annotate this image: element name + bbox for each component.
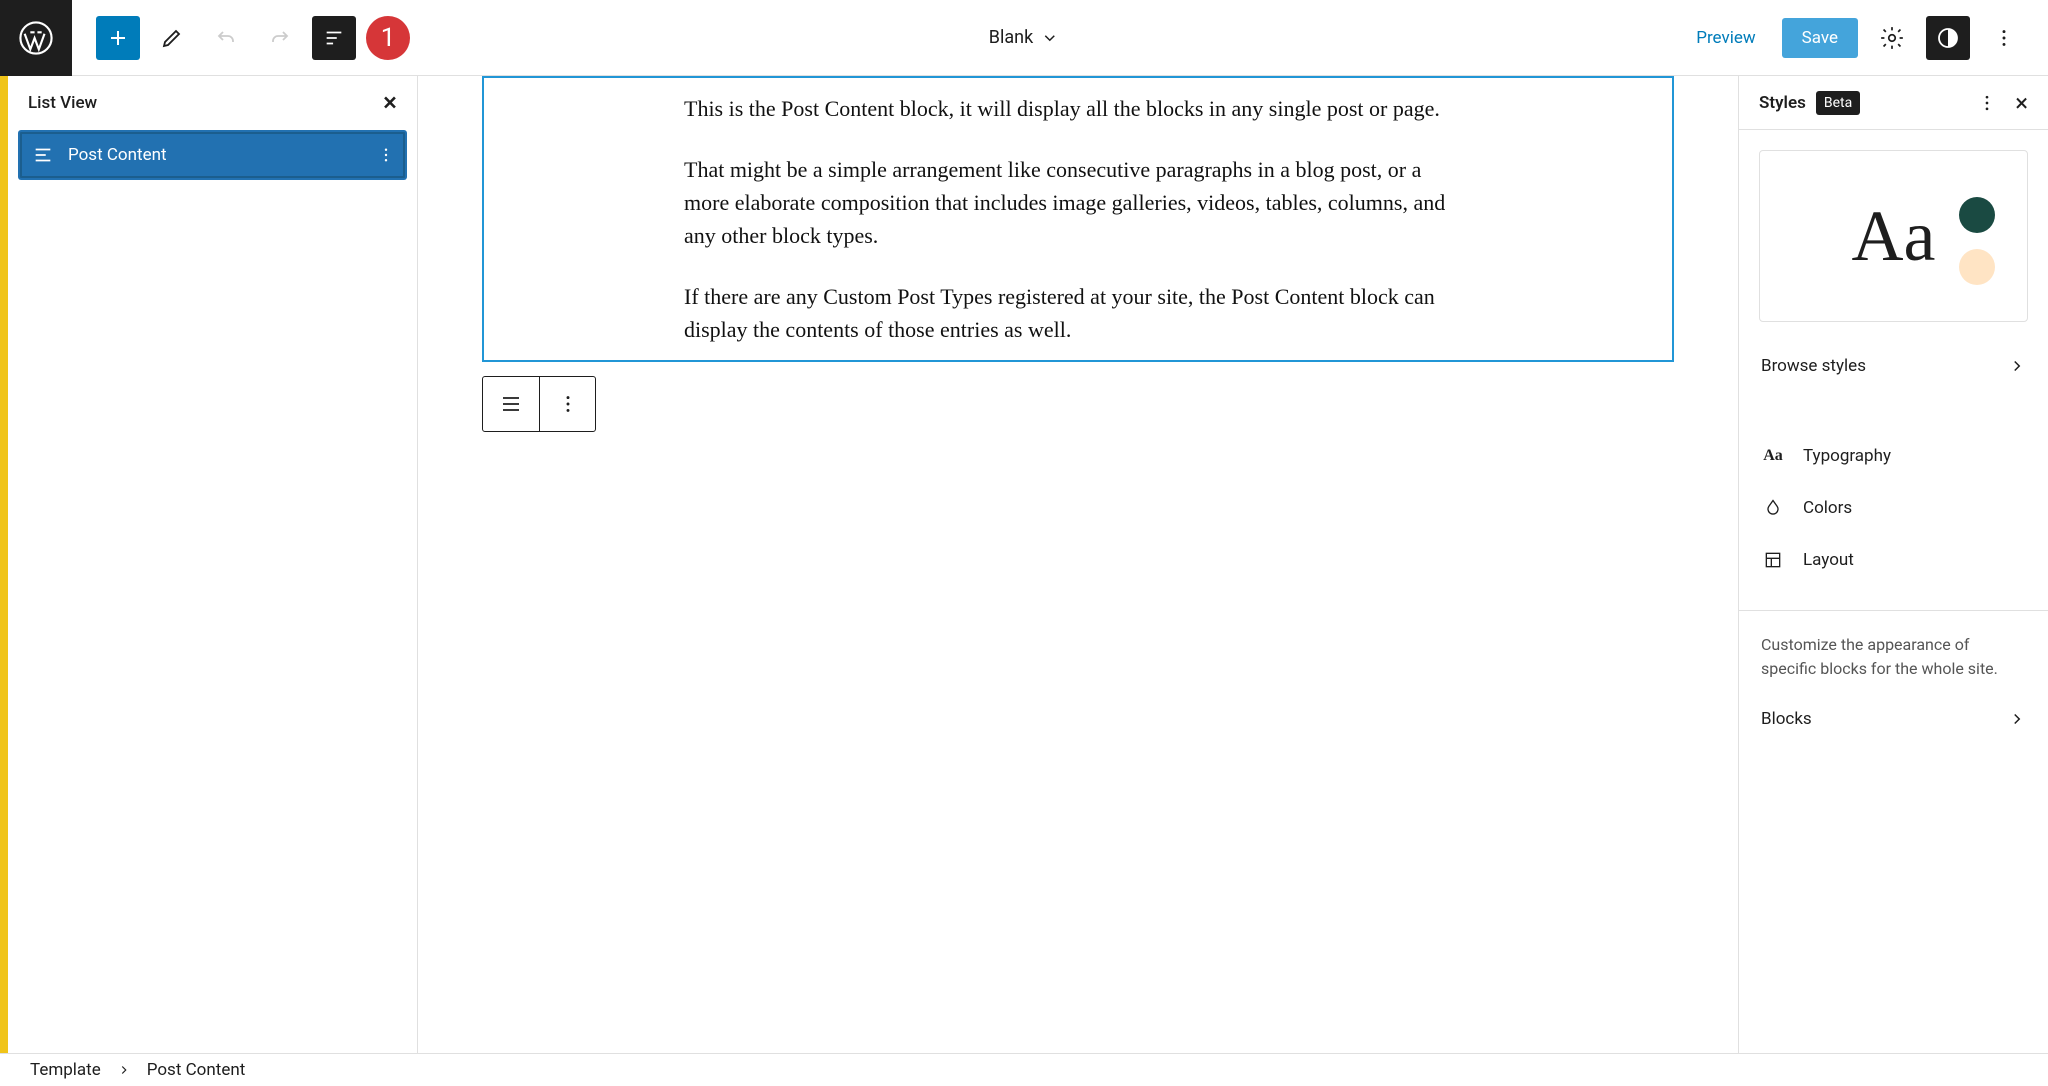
chevron-right-icon (2008, 710, 2026, 728)
undo-button[interactable] (204, 16, 248, 60)
tree-item-label: Post Content (68, 145, 167, 165)
more-vertical-icon (1993, 27, 2015, 49)
more-vertical-icon (1977, 93, 1997, 113)
more-options-button[interactable] (1982, 16, 2026, 60)
breadcrumb-root[interactable]: Template (30, 1060, 101, 1080)
wordpress-logo[interactable] (0, 0, 72, 76)
chevron-right-icon (117, 1063, 131, 1077)
gear-icon (1879, 25, 1905, 51)
divider (1739, 610, 2048, 611)
typography-icon: Aa (1761, 447, 1785, 465)
blocks-description: Customize the appearance of specific blo… (1739, 633, 2048, 681)
annotation-marker-1: 1 (366, 16, 410, 60)
colors-link[interactable]: Colors (1739, 482, 2048, 534)
template-name-label: Blank (989, 27, 1033, 48)
save-button[interactable]: Save (1782, 18, 1858, 58)
list-view-panel: List View × Post Content (8, 76, 418, 1053)
blocks-label: Blocks (1761, 709, 1812, 729)
breadcrumb-current[interactable]: Post Content (147, 1060, 246, 1080)
swatch-dark (1959, 197, 1995, 233)
layout-link[interactable]: Layout (1739, 534, 2048, 586)
plus-icon (106, 26, 130, 50)
chevron-down-icon (1041, 29, 1059, 47)
styles-panel: Styles Beta × Aa Browse styles Aa Typogr… (1738, 76, 2048, 1053)
undo-icon (214, 26, 238, 50)
style-preview-card[interactable]: Aa (1759, 150, 2028, 322)
top-toolbar: 1 Blank Preview Save (0, 0, 2048, 76)
left-edge-strip (0, 76, 8, 1053)
browse-styles-link[interactable]: Browse styles (1739, 342, 2048, 390)
contrast-icon (1936, 26, 1960, 50)
more-vertical-icon (377, 146, 395, 164)
pencil-icon (160, 26, 184, 50)
styles-title: Styles (1759, 93, 1806, 113)
post-content-paragraph: If there are any Custom Post Types regis… (684, 280, 1472, 346)
editor-canvas[interactable]: This is the Post Content block, it will … (418, 76, 1738, 1053)
beta-badge: Beta (1816, 91, 1860, 115)
chevron-right-icon (2008, 357, 2026, 375)
colors-label: Colors (1803, 498, 1852, 518)
tree-item-post-content[interactable]: Post Content (18, 130, 407, 180)
post-content-block[interactable]: This is the Post Content block, it will … (482, 76, 1674, 362)
typography-link[interactable]: Aa Typography (1739, 430, 2048, 482)
typography-label: Typography (1803, 446, 1891, 466)
breadcrumb: Template Post Content (0, 1053, 2048, 1086)
toolbar-right-group: Preview Save (1682, 16, 2048, 60)
block-toolbar (482, 376, 596, 432)
wordpress-icon (19, 21, 53, 55)
block-toolbar-more-button[interactable] (539, 377, 595, 431)
swatch-light (1959, 249, 1995, 285)
toolbar-left-group: 1 (96, 16, 410, 60)
block-toolbar-align-button[interactable] (483, 377, 539, 431)
close-list-view-button[interactable]: × (383, 90, 397, 116)
settings-button[interactable] (1870, 16, 1914, 60)
styles-button[interactable] (1926, 16, 1970, 60)
preview-button[interactable]: Preview (1682, 20, 1769, 56)
drop-icon (1761, 498, 1785, 518)
blocks-link[interactable]: Blocks (1739, 695, 2048, 743)
layout-label: Layout (1803, 550, 1854, 570)
style-preview-text: Aa (1852, 195, 1936, 278)
layout-icon (1761, 550, 1785, 570)
list-view-icon (323, 27, 345, 49)
close-styles-button[interactable]: × (2015, 91, 2028, 115)
redo-button[interactable] (258, 16, 302, 60)
styles-panel-header: Styles Beta × (1739, 76, 2048, 130)
align-icon (499, 392, 523, 416)
list-view-button[interactable] (312, 16, 356, 60)
workspace: List View × Post Content This is the Pos… (0, 76, 2048, 1053)
post-content-paragraph: That might be a simple arrangement like … (684, 153, 1472, 252)
styles-menu-button[interactable] (1977, 93, 1997, 113)
list-view-title: List View (28, 93, 97, 113)
more-vertical-icon (557, 393, 579, 415)
tree-item-more-button[interactable] (377, 146, 395, 164)
add-block-button[interactable] (96, 16, 140, 60)
edit-tools-button[interactable] (150, 16, 194, 60)
post-content-paragraph: This is the Post Content block, it will … (684, 92, 1472, 125)
post-content-icon (32, 144, 54, 166)
browse-styles-label: Browse styles (1761, 356, 1866, 376)
redo-icon (268, 26, 292, 50)
template-name-selector[interactable]: Blank (989, 27, 1059, 48)
list-view-header: List View × (8, 76, 417, 130)
